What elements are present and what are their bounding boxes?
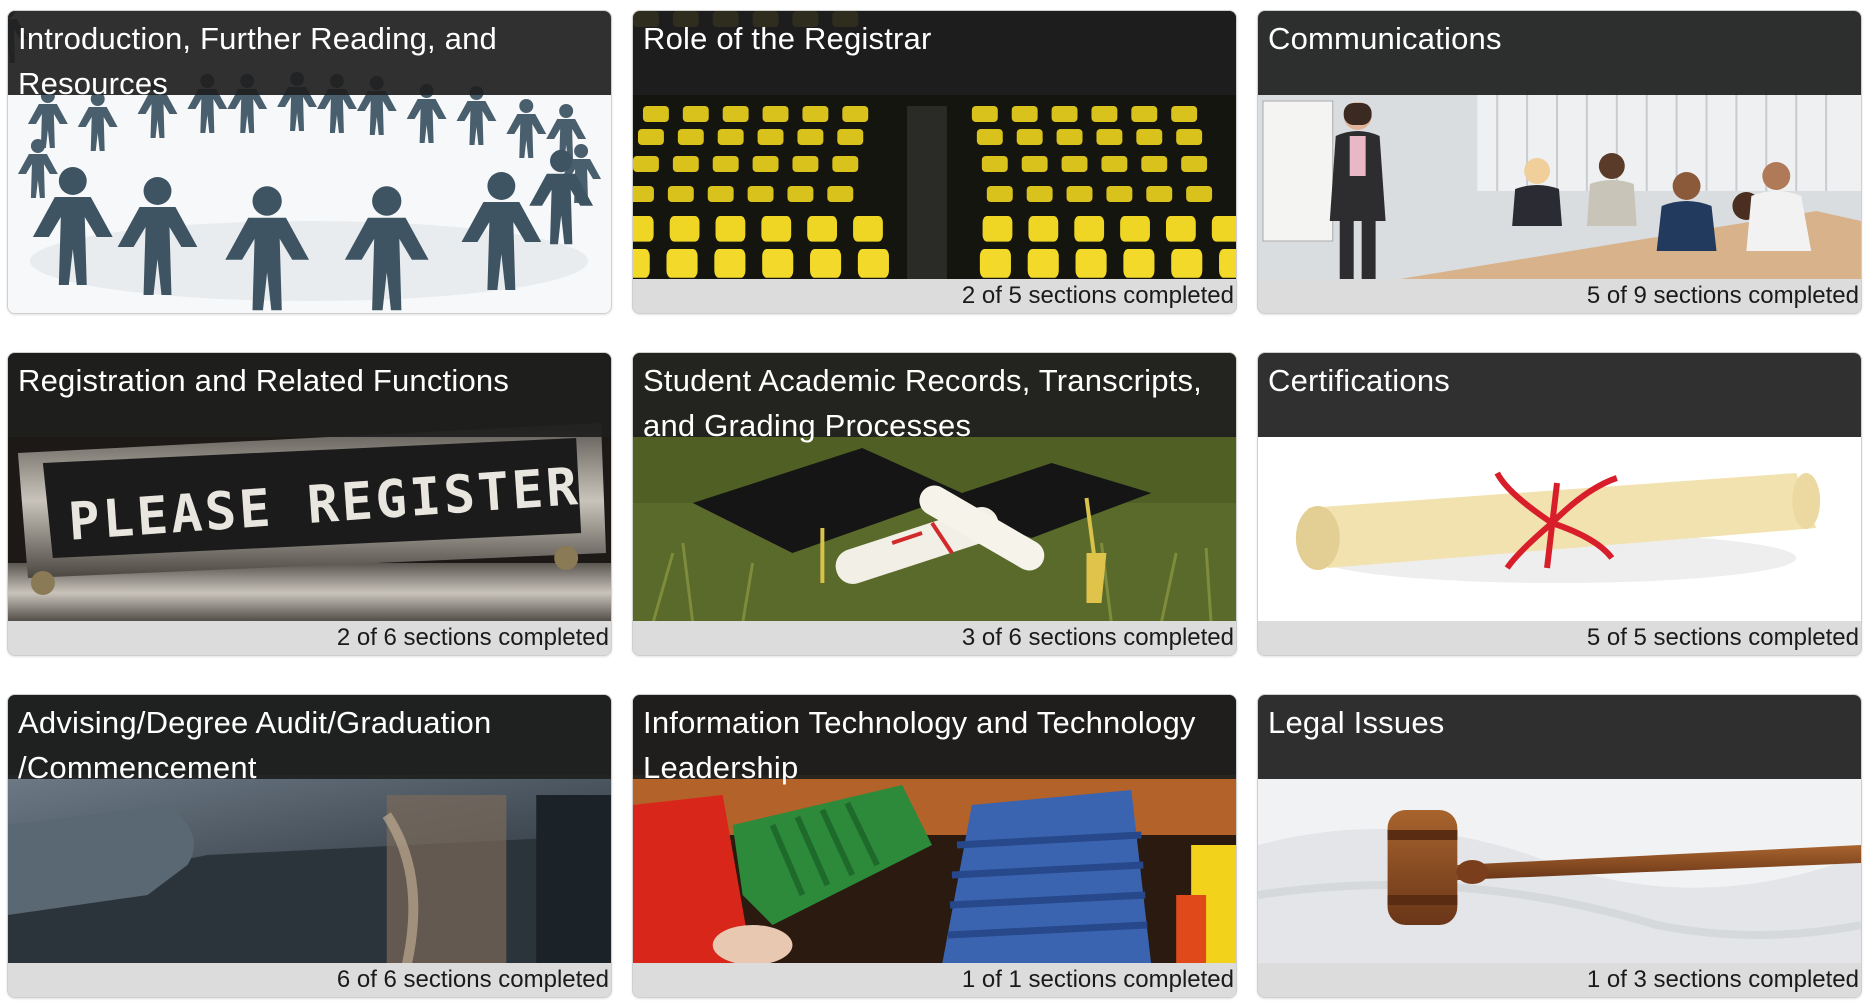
module-tile-legal-issues[interactable]: Legal Issues 1 of 3 sections completed xyxy=(1257,694,1862,998)
module-title: Certifications xyxy=(1258,353,1861,437)
module-title: Student Academic Records, Transcripts, a… xyxy=(633,353,1236,443)
module-tile-role-of-registrar[interactable]: Role of the Registrar 2 of 5 sections co… xyxy=(632,10,1237,314)
module-title: Registration and Related Functions xyxy=(8,353,611,437)
module-tile-certifications[interactable]: Certifications 5 of 5 sections completed xyxy=(1257,352,1862,656)
progress-label: 2 of 5 sections completed xyxy=(633,279,1236,313)
module-tile-advising[interactable]: Advising/Degree Audit/Graduation /Commen… xyxy=(7,694,612,998)
module-title: Legal Issues xyxy=(1258,695,1861,779)
module-tile-communications[interactable]: Communications 5 of 9 sections completed xyxy=(1257,10,1862,314)
progress-label: 3 of 6 sections completed xyxy=(633,621,1236,655)
module-tile-student-academic-records[interactable]: Student Academic Records, Transcripts, a… xyxy=(632,352,1237,656)
progress-label: 6 of 6 sections completed xyxy=(8,963,611,997)
module-title: Information Technology and Technology Le… xyxy=(633,695,1236,785)
progress-label: 2 of 6 sections completed xyxy=(8,621,611,655)
module-tile-registration[interactable]: PLEASE REGISTER Registration and Related… xyxy=(7,352,612,656)
progress-label: 1 of 3 sections completed xyxy=(1258,963,1861,997)
progress-label: 5 of 5 sections completed xyxy=(1258,621,1861,655)
progress-label: 5 of 9 sections completed xyxy=(1258,279,1861,313)
module-tile-introduction[interactable]: Introduction, Further Reading, and Resou… xyxy=(7,10,612,314)
module-title: Role of the Registrar xyxy=(633,11,1236,95)
progress-label: 1 of 1 sections completed xyxy=(633,963,1236,997)
module-title: Communications xyxy=(1258,11,1861,95)
course-module-grid: Introduction, Further Reading, and Resou… xyxy=(7,10,1862,998)
module-title: Advising/Degree Audit/Graduation /Commen… xyxy=(8,695,611,785)
module-title: Introduction, Further Reading, and Resou… xyxy=(8,11,611,101)
module-tile-information-technology[interactable]: Information Technology and Technology Le… xyxy=(632,694,1237,998)
